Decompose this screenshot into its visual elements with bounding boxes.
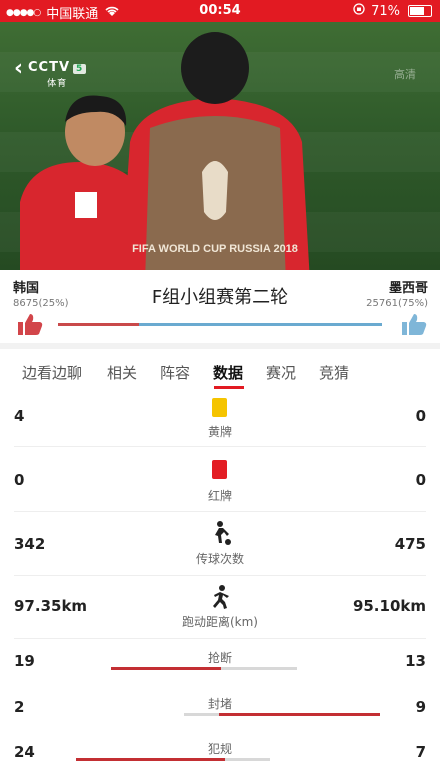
shirt-text: FIFA WORLD CUP RUSSIA 2018 [132,243,298,255]
stat-label: 封堵 [207,697,232,711]
home-thumbs-up-icon[interactable] [17,312,43,336]
tab-quiz[interactable]: 竞猜 [319,362,349,383]
status-bar: ●●●●○ 中国联通 00:54 71% [0,0,440,22]
away-team-votes: 25761(75%) [366,298,428,309]
away-yellow-cards: 0 [415,407,426,425]
pass-icon [215,521,231,545]
away-fouls: 7 [415,743,426,761]
tab-related[interactable]: 相关 [107,362,137,383]
stat-row-red-cards: 0 红牌 0 [0,456,440,510]
stat-row-tackles: 抢断 19 13 [0,646,440,686]
away-tackles: 13 [405,652,426,670]
channel-logo: CCTV 5 体育 [28,60,87,89]
away-thumbs-up-icon[interactable] [401,312,427,336]
stat-label: 跑动距离(km) [181,615,258,629]
stat-label: 红牌 [207,489,232,503]
rotation-lock-icon [353,3,365,19]
yellow-card-icon [212,398,227,417]
row-divider [14,446,426,447]
stat-label: 黄牌 [207,425,232,439]
player-back-figure: FIFA WORLD CUP RUSSIA 2018 [120,32,310,270]
tab-stats[interactable]: 数据 [213,362,243,383]
away-red-cards: 0 [415,471,426,489]
tab-chat[interactable]: 边看边聊 [22,362,82,383]
away-team: 墨西哥 25761(75%) [366,277,428,309]
away-blocks: 9 [415,698,426,716]
video-player[interactable]: FIFA WORLD CUP RUSSIA 2018 ‹ CCTV 5 体育 高清 [0,22,440,270]
tab-lineup[interactable]: 阵容 [160,362,190,383]
away-team-name: 墨西哥 [388,281,428,296]
away-passes: 475 [394,535,426,553]
battery-icon [408,5,432,17]
hd-watermark: 高清 [394,68,416,81]
home-tackles: 19 [14,652,35,670]
stat-row-distance: 97.35km 跑动距离(km) 95.10km [0,582,440,638]
running-icon [213,585,229,609]
stat-label: 犯规 [207,742,232,756]
stat-row-fouls: 犯规 24 7 [0,737,440,777]
stat-label: 传球次数 [195,552,244,566]
row-divider [14,575,426,576]
row-divider [14,511,426,512]
blocks-away-bar [219,713,380,716]
red-card-icon [212,460,227,479]
away-vote-bar [139,323,382,326]
tackles-home-bar [111,667,221,670]
battery-percent: 71% [371,3,400,19]
row-divider [14,638,426,639]
home-vote-bar [58,323,139,326]
tab-live[interactable]: 赛况 [266,362,296,383]
back-chevron-icon[interactable]: ‹ [14,56,23,81]
stat-row-yellow-cards: 4 黄牌 0 [0,396,440,446]
active-tab-indicator [214,386,244,389]
away-distance: 95.10km [352,597,426,615]
stat-label: 抢断 [207,651,232,665]
stat-row-blocks: 封堵 2 9 [0,692,440,732]
stat-row-passes: 342 传球次数 475 [0,518,440,574]
home-fouls: 24 [14,743,35,761]
home-blocks: 2 [14,698,25,716]
fouls-home-bar [76,758,226,761]
